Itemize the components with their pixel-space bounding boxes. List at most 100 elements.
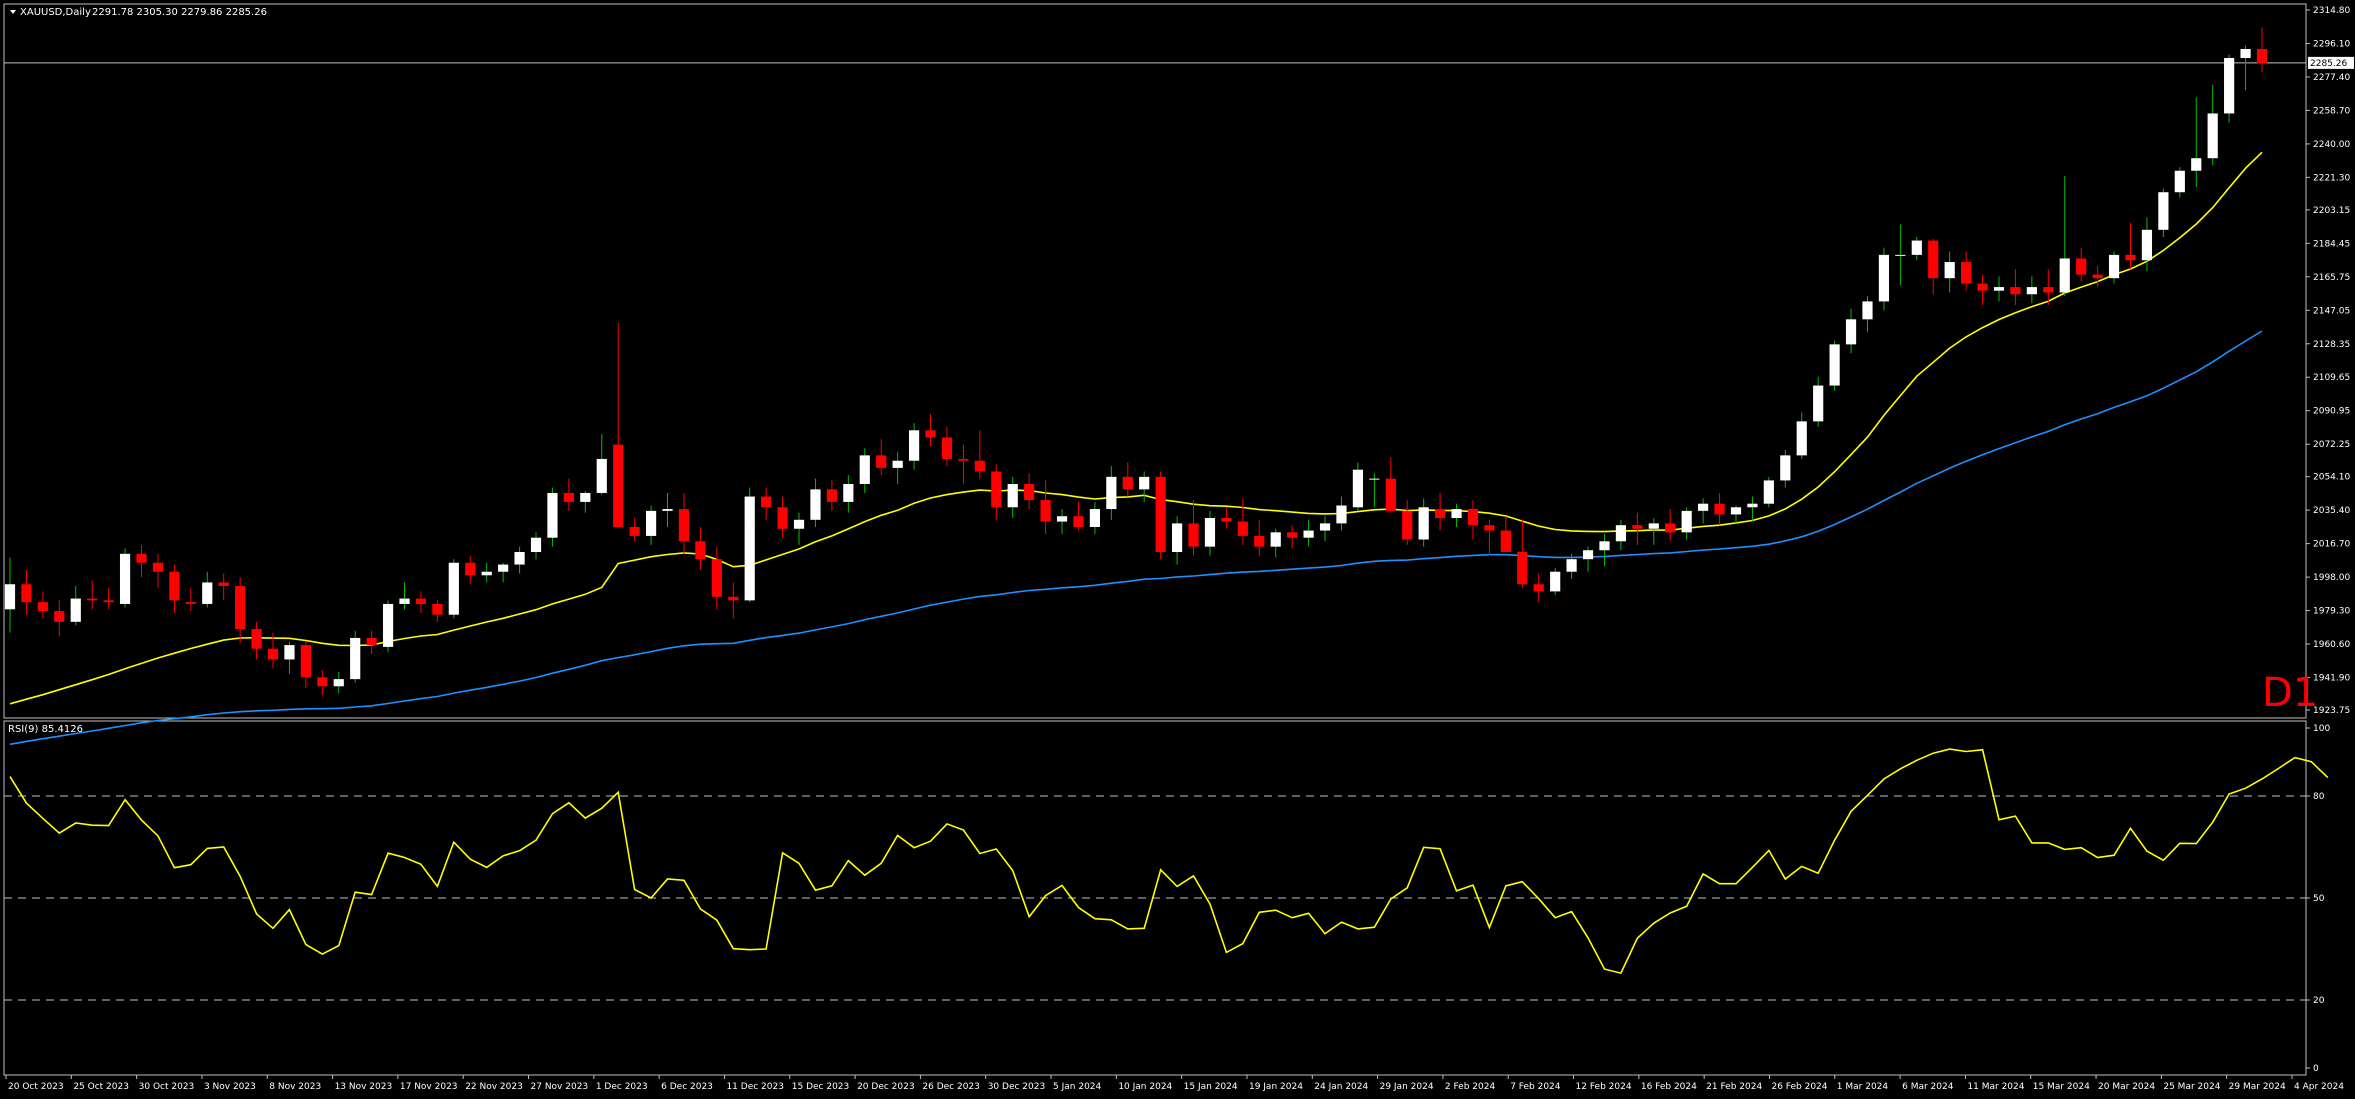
candle	[1155, 471, 1166, 560]
candle-body	[1221, 518, 1232, 522]
candle-body	[613, 444, 624, 527]
candle-body	[2059, 258, 2070, 293]
candle-body	[1139, 476, 1150, 490]
candle-body	[1402, 510, 1413, 540]
candle-body	[119, 553, 131, 604]
candle-body	[826, 489, 837, 502]
candle-body	[1698, 503, 1709, 511]
current-price-tag: 2285.26	[2308, 56, 2354, 69]
candle-body	[728, 596, 739, 601]
candle-body	[563, 492, 574, 502]
candle-body	[1961, 262, 1972, 284]
price-tick-label: 2277.40	[2313, 73, 2350, 83]
candle-body	[218, 582, 229, 587]
candle-body	[1287, 532, 1298, 538]
candle-body	[991, 471, 1002, 508]
candle-body	[1763, 480, 1774, 504]
rsi-tick-label: 100	[2313, 724, 2330, 734]
candle-body	[1632, 525, 1643, 529]
candle-body	[169, 571, 180, 601]
candle	[448, 559, 459, 619]
candle-body	[1385, 478, 1396, 511]
time-tick-label: 8 Nov 2023	[269, 1082, 321, 1092]
price-tick-label: 2258.70	[2313, 106, 2350, 116]
time-tick-label: 22 Nov 2023	[465, 1082, 523, 1092]
candle-body	[1451, 509, 1462, 519]
candle-body	[185, 602, 196, 604]
candle-body	[1928, 240, 1939, 279]
time-tick-label: 19 Jan 2024	[1249, 1082, 1303, 1092]
candle-body	[1878, 254, 1890, 302]
candle-body	[547, 492, 558, 538]
candle-body	[498, 564, 509, 572]
candle-body	[1730, 507, 1742, 515]
candle-body	[2043, 287, 2054, 293]
candle-body	[1862, 301, 1873, 320]
candle-body	[432, 603, 443, 615]
time-tick-label: 30 Dec 2023	[988, 1082, 1046, 1092]
candle-body	[37, 602, 48, 612]
candle	[1763, 476, 1774, 508]
rsi-title: RSI(9) 85.4126	[8, 724, 83, 735]
candle-body	[1780, 455, 1791, 481]
time-tick-label: 1 Mar 2024	[1837, 1082, 1889, 1092]
candle-body	[251, 629, 262, 649]
candle	[1550, 568, 1561, 595]
price-tick-label: 2090.95	[2313, 407, 2350, 417]
candle-body	[1040, 500, 1051, 522]
candle-body	[810, 489, 821, 520]
candle-body	[2125, 254, 2136, 261]
rsi-tick-label: 0	[2313, 1064, 2319, 1074]
candle-body	[1369, 478, 1380, 480]
candle-body	[843, 484, 854, 502]
time-tick-label: 13 Nov 2023	[335, 1082, 393, 1092]
time-tick-label: 16 Feb 2024	[1641, 1082, 1697, 1092]
candle-body	[1418, 507, 1429, 540]
candle-body	[1073, 516, 1084, 527]
time-tick-label: 20 Mar 2024	[2098, 1082, 2155, 1092]
candle-body	[1566, 559, 1577, 572]
candle-body	[1665, 523, 1676, 533]
candle-body	[1599, 541, 1610, 551]
candle-body	[958, 458, 969, 461]
price-tick-label: 2072.25	[2313, 440, 2350, 450]
candle-body	[1895, 254, 1906, 256]
rsi-tick-label: 80	[2313, 792, 2325, 802]
time-tick-label: 1 Dec 2023	[596, 1082, 648, 1092]
candle-body	[317, 677, 328, 687]
candle-body	[284, 645, 295, 660]
ohlc-label: 2291.78 2305.30 2279.86 2285.26	[92, 7, 267, 18]
candle-body	[1582, 550, 1594, 560]
candle-body	[1615, 525, 1627, 542]
time-tick-label: 3 Nov 2023	[204, 1082, 256, 1092]
candle-body	[793, 519, 805, 529]
time-tick-label: 2 Feb 2024	[1445, 1082, 1496, 1092]
candle-body	[695, 541, 706, 560]
candle-body	[678, 509, 690, 542]
candle-body	[1517, 552, 1528, 585]
time-tick-label: 15 Jan 2024	[1184, 1082, 1238, 1092]
candle-body	[777, 507, 788, 529]
time-tick-label: 17 Nov 2023	[400, 1082, 458, 1092]
candle-body	[1188, 523, 1199, 547]
candle-body	[350, 637, 361, 680]
candle-body	[465, 562, 476, 576]
time-tick-label: 20 Oct 2023	[8, 1082, 64, 1092]
candle-body	[1056, 516, 1068, 522]
candle-body	[2076, 258, 2087, 275]
candle-body	[2207, 113, 2218, 159]
candle-body	[1435, 509, 1446, 519]
candle-body	[1993, 287, 2005, 291]
price-tick-label: 2128.35	[2313, 340, 2350, 350]
candle	[1352, 462, 1364, 511]
candle-body	[925, 430, 936, 438]
candle-body	[70, 598, 81, 622]
candle-body	[1813, 385, 1824, 422]
time-tick-label: 11 Mar 2024	[1967, 1082, 2024, 1092]
candle-body	[1796, 421, 1807, 456]
candle-body	[87, 598, 98, 601]
candle-body	[1911, 240, 1922, 255]
candle	[350, 630, 361, 683]
price-tick-label: 1923.75	[2313, 706, 2350, 716]
candle-body	[744, 496, 755, 601]
